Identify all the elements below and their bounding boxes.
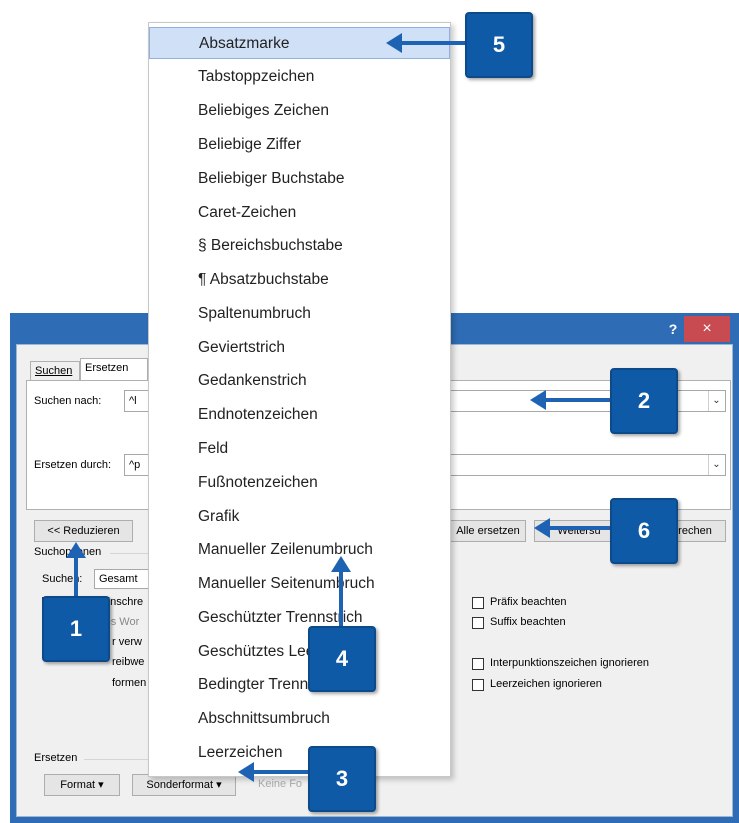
checkbox-label: r verw: [112, 636, 142, 648]
suffix-label: Suffix beachten: [490, 616, 566, 628]
menu-item-manueller-zeilenumbruch[interactable]: Manueller Zeilenumbruch: [149, 534, 450, 566]
menu-item-tabstoppzeichen[interactable]: Tabstoppzeichen: [149, 61, 450, 93]
menu-item-abschnittsumbruch[interactable]: Abschnittsumbruch: [149, 703, 450, 735]
replace-section-label: Ersetzen: [34, 752, 78, 764]
menu-item-bedingter-trennstrich[interactable]: Bedingter Trennstrich: [149, 669, 450, 701]
search-label: Suchen nach:: [34, 395, 102, 407]
punctuation-label: Interpunktionszeichen ignorieren: [490, 657, 649, 669]
callout-arrow-5: [400, 41, 466, 45]
menu-item-geviertstrich[interactable]: Geviertstrich: [149, 332, 450, 364]
callout-arrow-2: [544, 398, 614, 402]
arrowhead-left-icon: [238, 762, 254, 782]
reduce-button[interactable]: << Reduzieren: [34, 520, 133, 542]
callout-arrow-3: [252, 770, 312, 774]
prefix-label: Präfix beachten: [490, 596, 567, 608]
callout-arrow-4: [339, 570, 343, 628]
close-button[interactable]: ×: [684, 316, 730, 342]
menu-item-beliebiger-buchstabe[interactable]: Beliebiger Buchstabe: [149, 163, 450, 195]
menu-item-bereichsbuchstabe[interactable]: § Bereichsbuchstabe: [149, 230, 450, 262]
tab-ersetzen-label: Ersetzen: [85, 362, 129, 374]
menu-item-geschuetztes-leerzeichen[interactable]: Geschütztes Leerzeichen: [149, 636, 450, 668]
whitespace-label: Leerzeichen ignorieren: [490, 678, 602, 690]
menu-item-leerzeichen[interactable]: Leerzeichen: [149, 737, 450, 769]
arrowhead-up-icon: [66, 542, 86, 558]
menu-item-caret-zeichen[interactable]: Caret-Zeichen: [149, 197, 450, 229]
menu-item-beliebiges-zeichen[interactable]: Beliebiges Zeichen: [149, 95, 450, 127]
menu-item-gedankenstrich[interactable]: Gedankenstrich: [149, 365, 450, 397]
tab-suchen-label: Suchen: [35, 365, 73, 377]
menu-item-manueller-seitenumbruch[interactable]: Manueller Seitenumbruch: [149, 568, 450, 600]
checkbox-label: reibwe: [112, 656, 145, 668]
callout-2: 2: [610, 368, 678, 434]
menu-item-endnotenzeichen[interactable]: Endnotenzeichen: [149, 399, 450, 431]
tab-ersetzen[interactable]: Ersetzen: [80, 358, 148, 380]
search-value: ^l: [129, 395, 137, 407]
search-direction-value: Gesamt: [99, 573, 138, 585]
callout-1: 1: [42, 596, 110, 662]
search-direction-select[interactable]: Gesamt: [94, 569, 152, 589]
callout-4: 4: [308, 626, 376, 692]
replace-label: Ersetzen durch:: [34, 459, 112, 471]
checkbox-punctuation[interactable]: [472, 658, 484, 670]
menu-item-beliebige-ziffer[interactable]: Beliebige Ziffer: [149, 129, 450, 161]
no-format-button[interactable]: Keine Fo: [258, 778, 302, 790]
checkbox-label: formen: [112, 677, 147, 689]
checkbox-prefix[interactable]: [472, 597, 484, 609]
menu-item-absatzbuchstabe[interactable]: ¶ Absatzbuchstabe: [149, 264, 450, 296]
menu-item-fussnotenzeichen[interactable]: Fußnotenzeichen: [149, 467, 450, 499]
arrowhead-up-icon: [331, 556, 351, 572]
checkbox-whitespace[interactable]: [472, 679, 484, 691]
replace-all-button[interactable]: Alle ersetzen: [450, 520, 526, 542]
menu-item-geschuetzter-trennstrich[interactable]: Geschützter Trennstrich: [149, 602, 450, 634]
callout-5: 5: [465, 12, 533, 78]
callout-6: 6: [610, 498, 678, 564]
checkbox-suffix[interactable]: [472, 617, 484, 629]
arrowhead-left-icon: [386, 33, 402, 53]
callout-3: 3: [308, 746, 376, 812]
callout-arrow-6: [548, 526, 614, 530]
special-format-button[interactable]: Sonderformat ▾: [132, 774, 236, 796]
help-button[interactable]: ?: [662, 316, 684, 342]
menu-item-feld[interactable]: Feld: [149, 433, 450, 465]
tab-suchen[interactable]: Suchen: [30, 361, 80, 380]
arrowhead-left-icon: [530, 390, 546, 410]
format-button[interactable]: Format ▾: [44, 774, 120, 796]
menu-item-spaltenumbruch[interactable]: Spaltenumbruch: [149, 298, 450, 330]
section-divider: [84, 759, 148, 760]
callout-arrow-1: [74, 556, 78, 598]
group-divider: [110, 553, 150, 554]
replace-value: ^p: [129, 459, 141, 471]
search-dropdown-icon[interactable]: ⌄: [708, 391, 724, 411]
arrowhead-left-icon: [534, 518, 550, 538]
replace-dropdown-icon[interactable]: ⌄: [708, 455, 724, 475]
menu-item-grafik[interactable]: Grafik: [149, 501, 450, 533]
